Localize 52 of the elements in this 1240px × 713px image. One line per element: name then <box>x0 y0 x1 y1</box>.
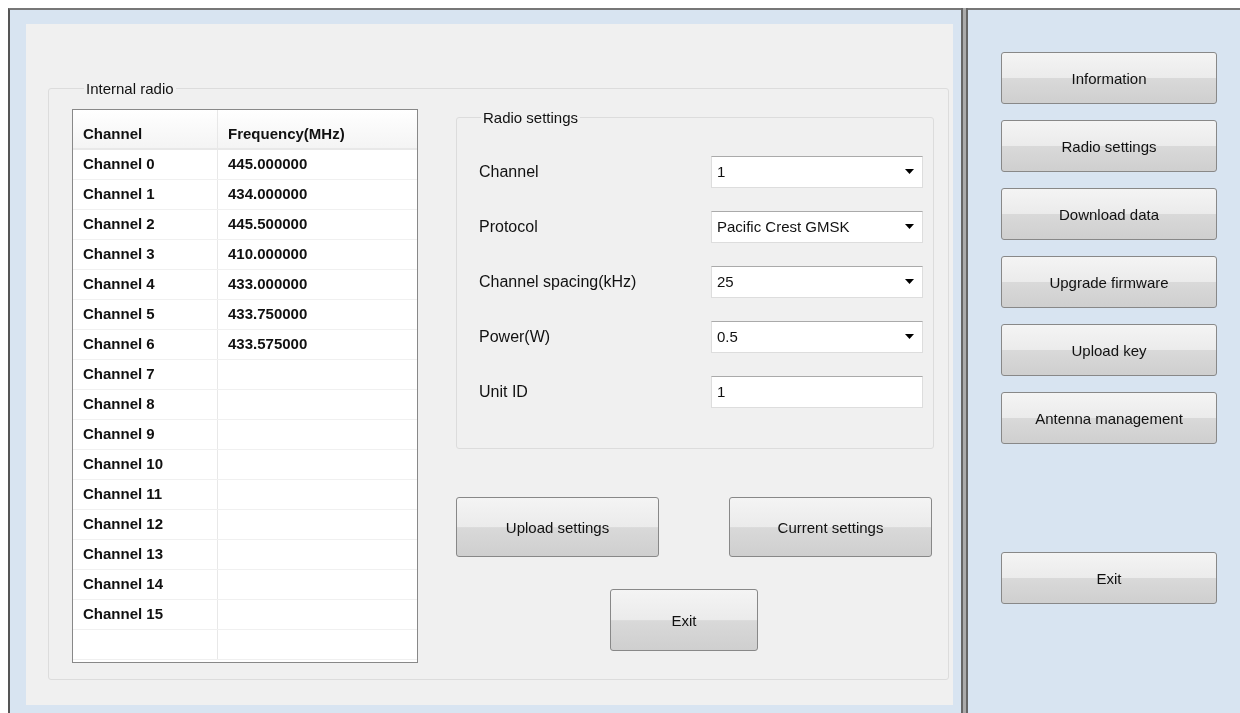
table-cell: Channel 2 <box>73 210 218 239</box>
dropdown[interactable]: Pacific Crest GMSK <box>711 210 923 243</box>
splitter[interactable] <box>961 8 968 713</box>
field-label: Channel <box>478 162 539 181</box>
group-title: Radio settings <box>482 109 580 126</box>
sidebar-button[interactable]: Download data <box>1001 188 1217 240</box>
table-cell: Channel 15 <box>73 600 218 629</box>
sidebar-button[interactable]: Radio settings <box>1001 120 1217 172</box>
table-cell: Channel 6 <box>73 330 218 359</box>
field-label: Power(W) <box>478 327 551 346</box>
table-cell: Channel 10 <box>73 450 218 479</box>
dropdown[interactable]: 0.5 <box>711 320 923 353</box>
table-cell: Channel 7 <box>73 360 218 389</box>
exit-button[interactable]: Exit <box>610 589 758 651</box>
table-cell: Channel 1 <box>73 180 218 209</box>
table-cell-text: 445.500000 <box>227 214 309 234</box>
table-cell: Channel 14 <box>73 570 218 599</box>
table-cell: Channel 12 <box>73 510 218 539</box>
table-cell: Channel 13 <box>73 540 218 569</box>
sidebar-button[interactable]: Upload key <box>1001 324 1217 376</box>
action-button[interactable]: Current settings <box>729 497 932 557</box>
field-label: Unit ID <box>478 382 528 401</box>
sidebar-button[interactable]: Upgrade firmware <box>1001 256 1217 308</box>
caret-icon <box>905 334 914 339</box>
input-field[interactable]: 1 <box>711 375 923 408</box>
table-cell: Channel 9 <box>73 420 218 449</box>
field-label: Protocol <box>478 217 538 236</box>
field-label: Channel spacing(kHz) <box>478 272 637 291</box>
dropdown[interactable]: 1 <box>711 155 923 188</box>
table-cell: Channel 11 <box>73 480 218 509</box>
sidebar-button[interactable]: Information <box>1001 52 1217 104</box>
exit-button[interactable]: Exit <box>1001 552 1217 604</box>
caret-icon <box>905 224 914 229</box>
column-header: Channel <box>73 110 218 148</box>
table-cell: Channel 3 <box>73 240 218 269</box>
dropdown[interactable]: 25 <box>711 265 923 298</box>
table-cell: Channel 5 <box>73 300 218 329</box>
action-button[interactable]: Upload settings <box>456 497 659 557</box>
table-cell: Channel 4 <box>73 270 218 299</box>
table-cell-text: 433.750000 <box>227 304 309 324</box>
caret-icon <box>905 169 914 174</box>
table-cell: Channel 0 <box>73 150 218 179</box>
table-cell-text: 433.000000 <box>227 274 309 294</box>
table-cell-text: 433.575000 <box>227 334 309 354</box>
table-cell: Channel 8 <box>73 390 218 419</box>
caret-icon <box>905 279 914 284</box>
table-cell-text: 410.000000 <box>227 244 309 264</box>
sidebar-button[interactable]: Antenna management <box>1001 392 1217 444</box>
group-title: Internal radio <box>85 80 175 97</box>
table-cell-text: 445.000000 <box>227 154 309 174</box>
table-cell-text: 434.000000 <box>227 184 309 204</box>
column-header: Frequency(MHz) <box>227 124 346 144</box>
